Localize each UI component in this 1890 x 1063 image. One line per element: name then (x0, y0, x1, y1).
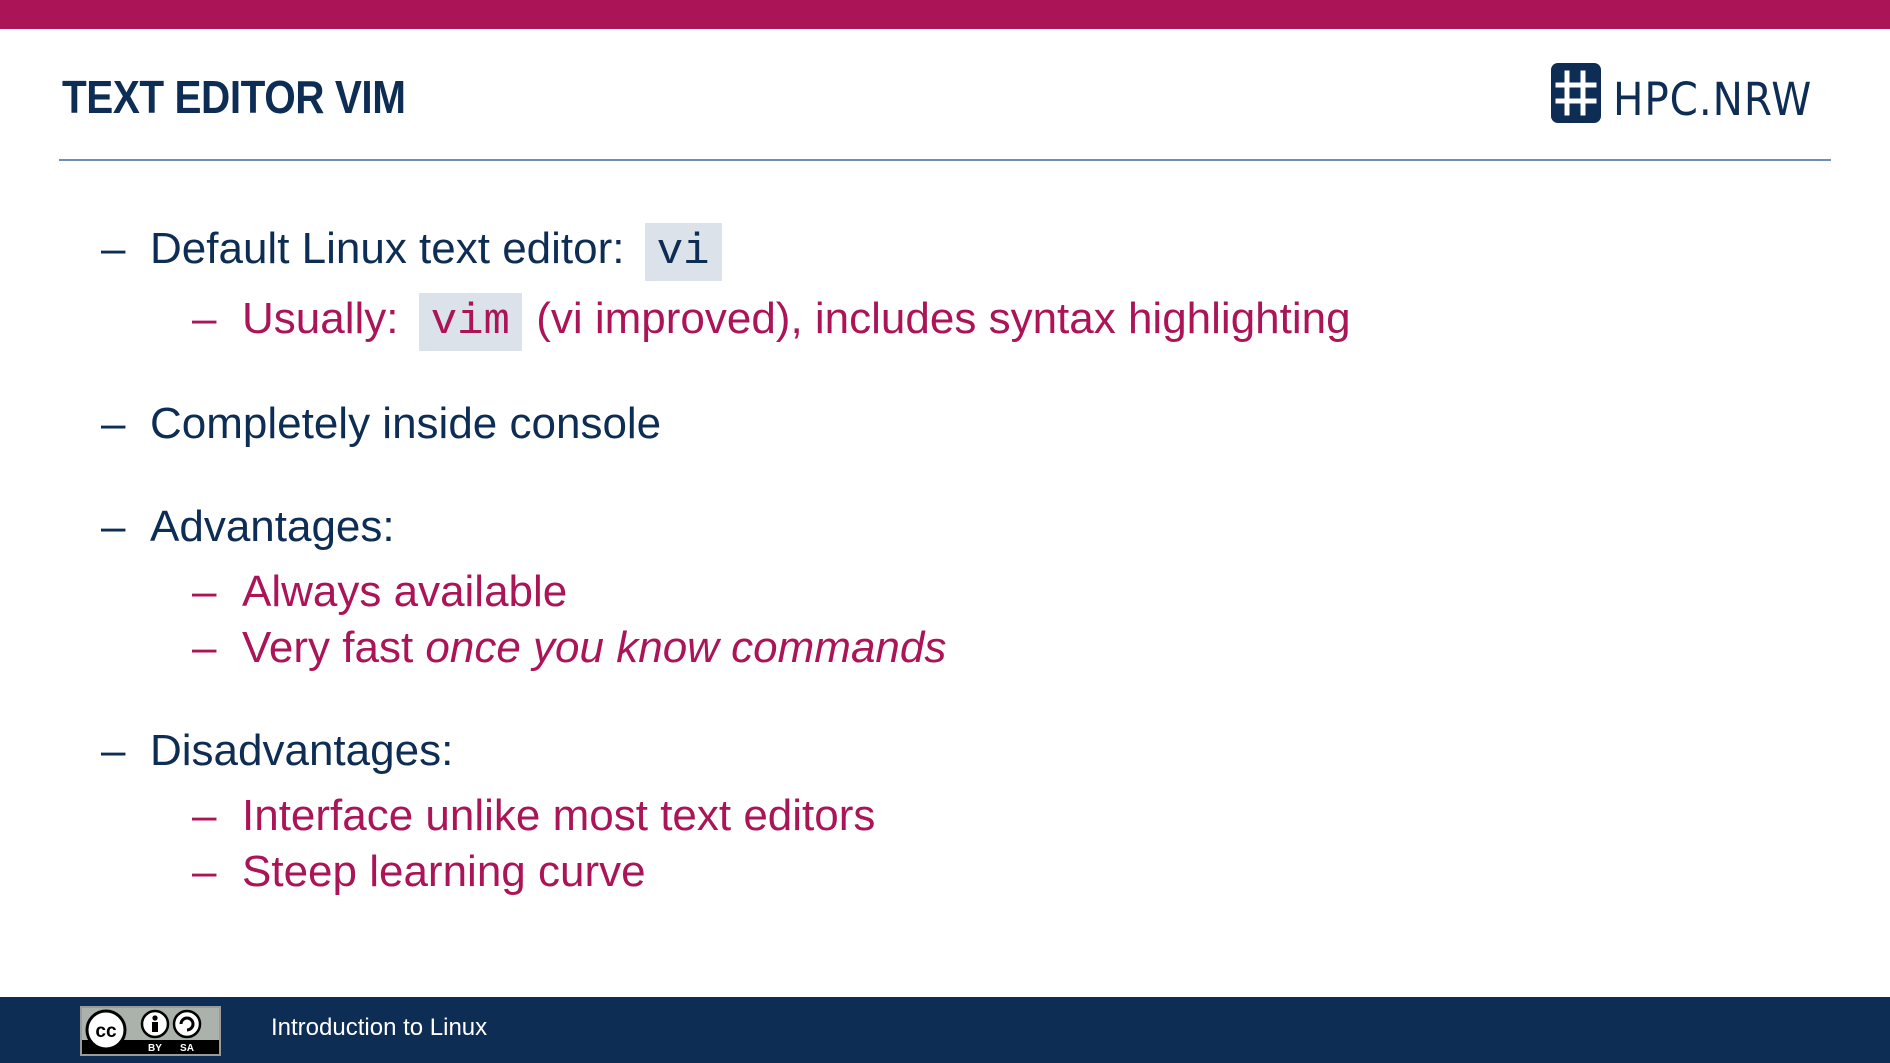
bullet-text: Very fast (242, 623, 414, 672)
creative-commons-icon: cc BY SA (80, 1006, 221, 1056)
bullet-learning-curve: – Steep learning curve (192, 845, 646, 899)
bullet-always-available: – Always available (192, 565, 567, 619)
code-vim: vim (418, 293, 522, 351)
license-by-label: BY (148, 1043, 162, 1054)
bullet-dash: – (192, 294, 217, 343)
bullet-dash: – (101, 224, 126, 273)
top-accent-bar (0, 0, 1890, 29)
bullet-text: Disadvantages: (150, 726, 454, 775)
bullet-text: Steep learning curve (242, 847, 646, 896)
license-sa-label: SA (180, 1043, 194, 1054)
logo-text: HPC.NRW (1613, 72, 1813, 126)
code-vi: vi (644, 223, 722, 281)
bullet-dash: – (192, 791, 217, 840)
bullet-text: Interface unlike most text editors (242, 791, 876, 840)
hpc-nrw-logo: HPC.NRW (1551, 62, 1834, 126)
hash-icon (1551, 63, 1601, 123)
bullet-dash: – (192, 847, 217, 896)
bullet-dash: – (192, 567, 217, 616)
bullet-dash: – (101, 502, 126, 551)
bullet-dash: – (101, 399, 126, 448)
bullet-text: Usually: (242, 294, 399, 343)
footer-title: Introduction to Linux (271, 1014, 488, 1041)
bullet-usually-vim: – Usually: vim (vi improved), includes sy… (192, 292, 1351, 351)
bullet-text: (vi improved), includes syntax highlight… (536, 294, 1351, 343)
bullet-default-editor: – Default Linux text editor: vi (101, 222, 724, 281)
cc-by-sa-icon: cc BY SA (82, 1008, 219, 1054)
slide-title: TEXT EDITOR VIM (62, 71, 406, 123)
bullet-very-fast: – Very fast once you know commands (192, 621, 946, 675)
bullet-text: Completely inside console (150, 399, 662, 448)
bullet-advantages: – Advantages: (101, 500, 395, 554)
bullet-disadvantages: – Disadvantages: (101, 724, 453, 778)
bullet-text: Advantages: (150, 502, 395, 551)
bullet-italic-text: once you know commands (425, 623, 947, 672)
svg-text:cc: cc (95, 1021, 117, 1042)
title-divider (59, 159, 1831, 161)
bullet-console: – Completely inside console (101, 397, 661, 451)
bullet-text: Always available (242, 567, 568, 616)
bullet-dash: – (101, 726, 126, 775)
bullet-dash: – (192, 623, 217, 672)
bullet-text: Default Linux text editor: (150, 224, 625, 273)
bullet-interface: – Interface unlike most text editors (192, 789, 875, 843)
